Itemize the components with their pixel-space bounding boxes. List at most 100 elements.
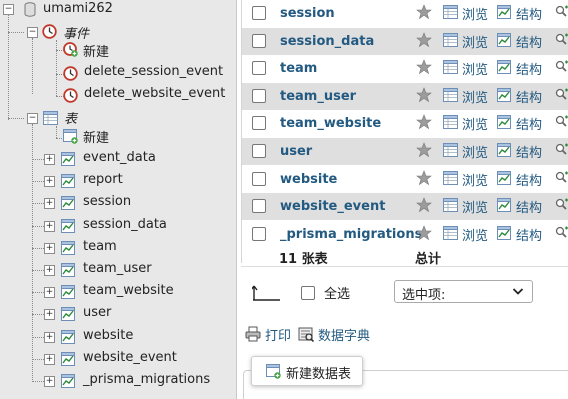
table-name-link[interactable]: team_website [280, 116, 381, 131]
new-table-button[interactable]: 新建数据表 [251, 356, 363, 386]
browse-label: 浏览 [462, 63, 489, 79]
nav-table-item[interactable]: report [83, 172, 123, 187]
page-links: 打印 数据字典 [237, 323, 568, 345]
nav-table-item[interactable]: team_user [83, 261, 152, 276]
search-icon[interactable] [555, 115, 568, 128]
browse-icon [443, 87, 458, 102]
tree-guide [56, 126, 57, 138]
favorite-star-icon[interactable] [416, 86, 432, 103]
row-checkbox[interactable] [252, 33, 266, 48]
new-table-icon [63, 129, 78, 144]
event-clock-icon [63, 66, 78, 81]
collapse-toggle[interactable]: − [27, 113, 38, 124]
table-name-link[interactable]: session [280, 6, 335, 21]
table-name-link[interactable]: website [280, 172, 337, 187]
search-icon[interactable] [555, 88, 568, 101]
table-name-link[interactable]: team [280, 61, 317, 76]
browse-label: 浏览 [462, 228, 489, 244]
row-checkbox[interactable] [252, 61, 266, 76]
structure-icon [497, 32, 511, 47]
new-event-link[interactable]: 新建 [83, 41, 109, 60]
row-checkbox[interactable] [252, 199, 266, 214]
favorite-star-icon[interactable] [416, 114, 432, 130]
favorite-star-icon[interactable] [416, 31, 432, 48]
search-icon[interactable] [555, 171, 568, 184]
event-clock-icon [63, 88, 78, 103]
row-checkbox[interactable] [252, 6, 266, 20]
tree-guide [32, 124, 33, 382]
nav-table-item[interactable]: team [83, 239, 117, 254]
table-name-link[interactable]: _prisma_migrations [280, 227, 422, 242]
expand-toggle[interactable]: + [44, 176, 55, 188]
expand-toggle[interactable]: + [44, 331, 55, 343]
favorite-star-icon[interactable] [416, 59, 432, 75]
nav-table-item[interactable]: team_website [83, 283, 174, 298]
nav-table-item[interactable]: _prisma_migrations [83, 372, 210, 387]
search-icon[interactable] [555, 33, 568, 46]
table-name-link[interactable]: session_data [280, 34, 374, 49]
event-item[interactable]: delete_website_event [84, 86, 225, 101]
select-all-checkbox[interactable] [301, 286, 315, 300]
nav-table-item[interactable]: website_event [83, 350, 177, 365]
row-checkbox[interactable] [252, 226, 266, 241]
expand-toggle[interactable]: + [44, 198, 55, 210]
collapse-toggle[interactable]: − [3, 4, 14, 15]
structure-icon [497, 170, 511, 185]
table-name-link[interactable]: team_user [280, 89, 356, 104]
table-icon [61, 196, 75, 211]
row-checkbox[interactable] [252, 88, 266, 103]
table-name-link[interactable]: user [280, 144, 312, 159]
favorite-star-icon[interactable] [416, 142, 432, 158]
nav-table-item[interactable]: session [83, 194, 131, 209]
search-icon[interactable] [555, 198, 568, 211]
row-checkbox[interactable] [252, 171, 266, 186]
structure-label: 结构 [516, 201, 543, 217]
structure-icon [497, 5, 511, 19]
favorite-star-icon[interactable] [416, 224, 432, 241]
nav-table-item[interactable]: event_data [83, 150, 156, 165]
expand-toggle[interactable]: + [44, 242, 55, 254]
browse-icon [443, 198, 458, 213]
search-icon[interactable] [555, 143, 568, 156]
browse-label: 浏览 [462, 146, 489, 161]
structure-label: 结构 [516, 63, 543, 79]
table-row: user 浏览 结构 [242, 138, 568, 165]
expand-toggle[interactable]: + [44, 154, 55, 165]
new-table-icon [266, 364, 281, 379]
browse-icon [443, 32, 458, 47]
expand-toggle[interactable]: + [44, 265, 55, 276]
search-icon[interactable] [555, 226, 568, 239]
expand-toggle[interactable]: + [44, 287, 55, 299]
with-selected-dropdown[interactable]: 选中项: [394, 280, 533, 303]
new-table-link[interactable]: 新建 [83, 127, 109, 146]
table-icon [61, 263, 75, 277]
tree-guide [8, 12, 9, 120]
row-checkbox[interactable] [252, 116, 266, 131]
expand-toggle[interactable]: + [44, 353, 55, 365]
event-item[interactable]: delete_session_event [84, 64, 223, 79]
tree-guide [56, 40, 57, 96]
database-name[interactable]: umami262 [43, 1, 113, 16]
table-count: 11 张表 [279, 252, 328, 267]
structure-icon [497, 143, 511, 157]
tables-group-label[interactable]: 表 [64, 108, 77, 127]
structure-icon [497, 225, 511, 240]
expand-toggle[interactable]: + [44, 309, 55, 321]
collapse-toggle[interactable]: − [27, 27, 38, 38]
search-icon[interactable] [555, 5, 568, 18]
expand-toggle[interactable]: + [44, 376, 55, 387]
nav-table-item[interactable]: user [83, 305, 111, 320]
row-checkbox[interactable] [252, 144, 266, 158]
favorite-star-icon[interactable] [416, 197, 432, 213]
search-icon[interactable] [555, 60, 568, 73]
nav-table-item[interactable]: session_data [83, 217, 167, 232]
nav-table-item[interactable]: website [83, 328, 133, 343]
tree-guide [32, 38, 33, 94]
select-all-label[interactable]: 全选 [324, 283, 350, 302]
favorite-star-icon[interactable] [416, 169, 432, 186]
events-group-label[interactable]: 事件 [63, 23, 89, 42]
expand-toggle[interactable]: + [44, 220, 55, 232]
favorite-star-icon[interactable] [416, 4, 432, 20]
bulk-actions: 全选 选中项: [237, 276, 568, 310]
table-name-link[interactable]: website_event [280, 199, 385, 214]
